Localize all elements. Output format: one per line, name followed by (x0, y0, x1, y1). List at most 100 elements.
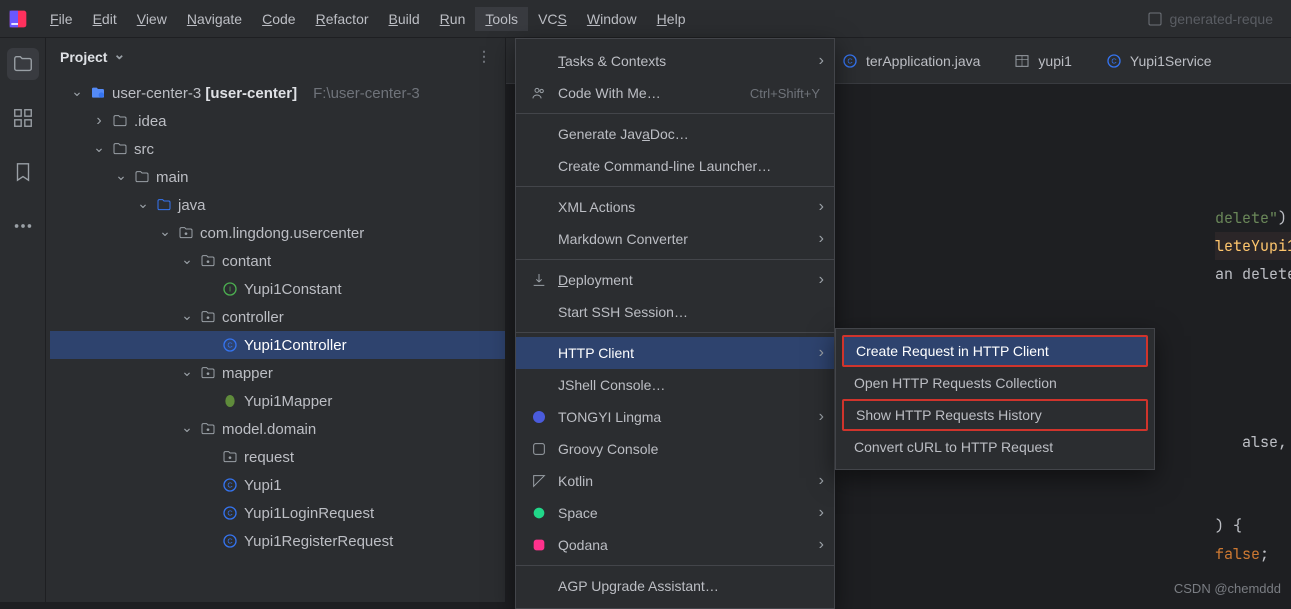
tree-item-label: Yupi1 (244, 477, 282, 494)
tree-item-contant[interactable]: contant (50, 247, 505, 275)
editor-tab[interactable]: yupi1 (998, 38, 1087, 83)
tree-item-mapper[interactable]: mapper (50, 359, 505, 387)
tree-item-src[interactable]: src (50, 135, 505, 163)
tree-item-label: request (244, 449, 294, 466)
tools-menu-jshell-console-[interactable]: JShell Console… (516, 369, 834, 401)
menu-item-label: Code With Me… (558, 85, 661, 101)
tools-menu-generate-javadoc-[interactable]: Generate JavaDoc… (516, 118, 834, 150)
http-submenu-open-http-requests-collection[interactable]: Open HTTP Requests Collection (842, 367, 1148, 399)
blank-icon (530, 577, 548, 595)
chevron-down-icon[interactable] (136, 198, 150, 212)
chevron-down-icon[interactable] (114, 170, 128, 184)
menu-vcs[interactable]: VCS (528, 7, 577, 31)
menu-window[interactable]: Window (577, 7, 647, 31)
tree-item-com-lingdong-usercenter[interactable]: com.lingdong.usercenter (50, 219, 505, 247)
tree-item-yupi1[interactable]: CYupi1 (50, 471, 505, 499)
svg-text:C: C (227, 341, 233, 350)
menu-run[interactable]: Run (430, 7, 476, 31)
chevron-down-icon[interactable] (158, 226, 172, 240)
tree-item-controller[interactable]: controller (50, 303, 505, 331)
chevron-down-icon[interactable] (180, 422, 194, 436)
tree-item-yupi1registerrequest[interactable]: CYupi1RegisterRequest (50, 527, 505, 555)
tools-menu-deployment[interactable]: Deployment (516, 264, 834, 296)
menu-item-label: Markdown Converter (558, 231, 688, 247)
class-icon: C (222, 505, 238, 521)
svg-text:C: C (1111, 56, 1117, 65)
chevron-right-icon (819, 536, 824, 554)
more-tools-button[interactable] (7, 210, 39, 242)
tools-menu-start-ssh-session-[interactable]: Start SSH Session… (516, 296, 834, 328)
tools-menu-agp-upgrade-assistant-[interactable]: AGP Upgrade Assistant… (516, 570, 834, 602)
tree-item-java[interactable]: java (50, 191, 505, 219)
menu-code[interactable]: Code (252, 7, 305, 31)
package-icon (200, 253, 216, 269)
menu-view[interactable]: View (127, 7, 177, 31)
tree-item-label: src (134, 141, 154, 158)
http-submenu-create-request-in-http-client[interactable]: Create Request in HTTP Client (842, 335, 1148, 367)
menu-navigate[interactable]: Navigate (177, 7, 252, 31)
watermark: CSDN @chemddd (1174, 581, 1281, 596)
tree-item-yupi1loginrequest[interactable]: CYupi1LoginRequest (50, 499, 505, 527)
tools-menu-code-with-me-[interactable]: Code With Me…Ctrl+Shift+Y (516, 77, 834, 109)
tree-item-label: Yupi1Controller (244, 337, 347, 354)
menu-refactor[interactable]: Refactor (306, 7, 379, 31)
chevron-down-icon[interactable] (92, 142, 106, 156)
editor-tab-label: Yupi1Service (1130, 53, 1212, 69)
people-icon (530, 84, 548, 102)
editor-tab[interactable]: C Yupi1Service (1090, 38, 1228, 83)
tools-menu-tasks-contexts[interactable]: Tasks & Contexts (516, 45, 834, 77)
tree-item-model-domain[interactable]: model.domain (50, 415, 505, 443)
svg-text:C: C (227, 537, 233, 546)
module-icon (90, 85, 106, 101)
menu-file[interactable]: File (40, 7, 83, 31)
tools-menu-kotlin[interactable]: Kotlin (516, 465, 834, 497)
menu-help[interactable]: Help (647, 7, 696, 31)
tools-menu-http-client[interactable]: HTTP Client (516, 337, 834, 369)
tools-menu-space[interactable]: Space (516, 497, 834, 529)
blank-icon (530, 198, 548, 216)
package-icon (200, 309, 216, 325)
deploy-icon (530, 271, 548, 289)
tree-item-yupi1constant[interactable]: IYupi1Constant (50, 275, 505, 303)
tools-menu-create-command-line-launcher-[interactable]: Create Command-line Launcher… (516, 150, 834, 182)
tree-item--idea[interactable]: .idea (50, 107, 505, 135)
menu-item-label: TONGYI Lingma (558, 409, 661, 425)
http-submenu-show-http-requests-history[interactable]: Show HTTP Requests History (842, 399, 1148, 431)
chevron-right-icon (819, 472, 824, 490)
tree-item-user-center-3[interactable]: user-center-3 [user-center]F:\user-cente… (50, 79, 505, 107)
project-sidebar: Project ⋮ user-center-3 [user-center]F:\… (46, 38, 506, 602)
tree-item-request[interactable]: request (50, 443, 505, 471)
http-submenu-convert-curl-to-http-request[interactable]: Convert cURL to HTTP Request (842, 431, 1148, 463)
tools-menu-xml-actions[interactable]: XML Actions (516, 191, 834, 223)
tree-item-yupi1mapper[interactable]: Yupi1Mapper (50, 387, 505, 415)
menu-edit[interactable]: Edit (83, 7, 127, 31)
chevron-down-icon[interactable] (180, 366, 194, 380)
chevron-right-icon[interactable] (92, 114, 106, 128)
chevron-down-icon[interactable] (113, 48, 125, 65)
blank-icon (530, 376, 548, 394)
tools-menu-markdown-converter[interactable]: Markdown Converter (516, 223, 834, 255)
folder-icon (134, 169, 150, 185)
submenu-item-label: Show HTTP Requests History (856, 407, 1042, 423)
chevron-down-icon[interactable] (180, 310, 194, 324)
tree-item-main[interactable]: main (50, 163, 505, 191)
tools-menu-qodana[interactable]: Qodana (516, 529, 834, 561)
tree-item-label: mapper (222, 365, 273, 382)
chevron-down-icon[interactable] (180, 254, 194, 268)
structure-tool-button[interactable] (7, 102, 39, 134)
menu-item-label: Kotlin (558, 473, 593, 489)
menu-build[interactable]: Build (379, 7, 430, 31)
tongyi-icon (530, 408, 548, 426)
bookmarks-tool-button[interactable] (7, 156, 39, 188)
tree-item-yupi1controller[interactable]: C Yupi1Controller (50, 331, 505, 359)
tree-item-label: user-center-3 [user-center] (112, 85, 297, 102)
chevron-down-icon[interactable] (70, 86, 84, 100)
package-icon (178, 225, 194, 241)
menu-tools[interactable]: Tools (475, 7, 528, 31)
project-tool-button[interactable] (7, 48, 39, 80)
svg-text:I: I (229, 285, 231, 294)
tools-menu-tongyi-lingma[interactable]: TONGYI Lingma (516, 401, 834, 433)
editor-tab[interactable]: CterApplication.java (826, 38, 996, 83)
tools-menu-groovy-console[interactable]: Groovy Console (516, 433, 834, 465)
no-chevron (202, 450, 216, 464)
